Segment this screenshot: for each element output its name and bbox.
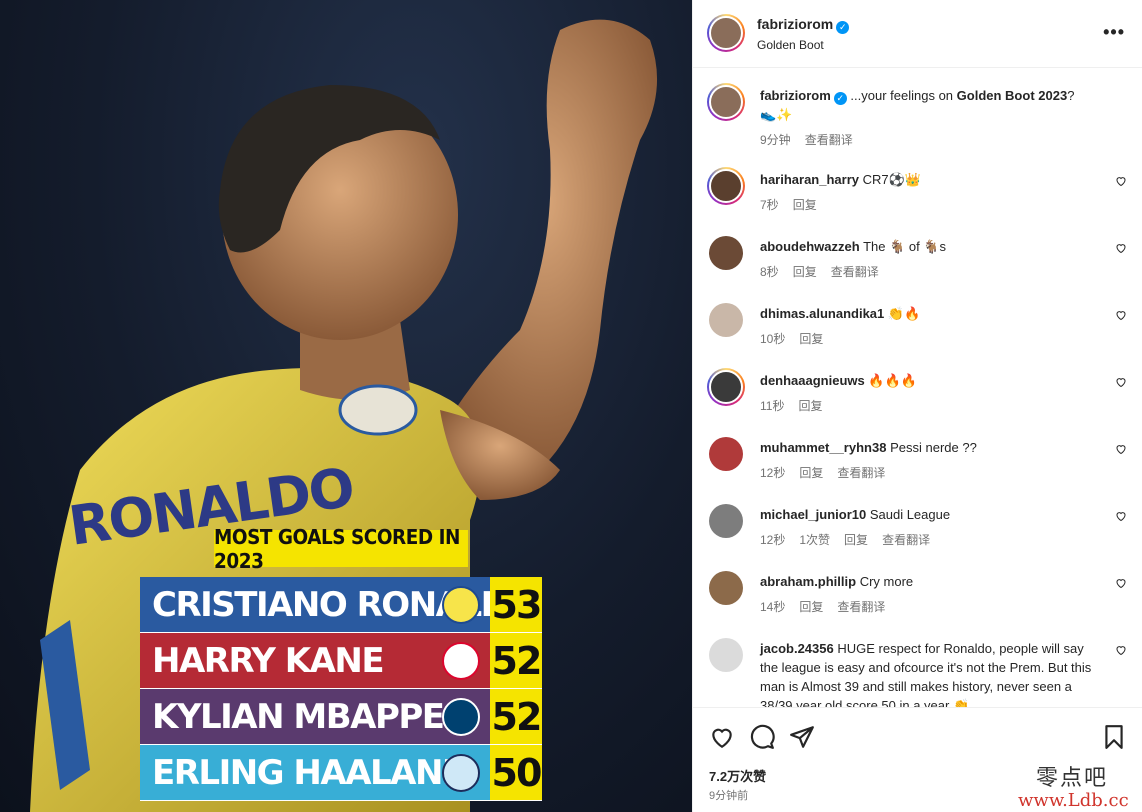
- psg-crest-icon: [442, 698, 480, 736]
- comment-time[interactable]: 11秒: [760, 399, 784, 413]
- reply-link[interactable]: 回复: [799, 466, 823, 480]
- commenter-avatar[interactable]: [707, 368, 745, 406]
- reply-link[interactable]: 回复: [793, 198, 817, 212]
- goals-row: KYLIAN MBAPPE 52: [140, 689, 542, 745]
- goal-count: 52: [490, 689, 542, 744]
- post-header: fabriziorom ✓ Golden Boot •••: [693, 0, 1142, 68]
- comment-list[interactable]: fabriziorom ✓ ...your feelings on Golden …: [693, 69, 1142, 707]
- man-city-crest-icon: [442, 754, 480, 792]
- default-avatar-icon[interactable]: [709, 638, 743, 672]
- commenter-avatar[interactable]: [707, 167, 745, 205]
- comment-time[interactable]: 7秒: [760, 198, 779, 212]
- author-avatar[interactable]: [707, 83, 745, 121]
- comment-text: CR7⚽👑: [862, 172, 922, 187]
- goals-title: MOST GOALS SCORED IN 2023: [214, 525, 468, 573]
- comment-time[interactable]: 14秒: [760, 600, 785, 614]
- bayern-crest-icon: [442, 642, 480, 680]
- commenter-avatar[interactable]: [709, 303, 743, 337]
- like-heart-icon[interactable]: [1115, 242, 1127, 254]
- audio-label[interactable]: Golden Boot: [757, 38, 824, 52]
- comment-username[interactable]: denhaaagnieuws: [760, 373, 865, 388]
- reply-link[interactable]: 回复: [793, 265, 817, 279]
- like-count[interactable]: 7.2万次赞: [709, 766, 766, 785]
- comment-text: The 🐐 of 🐐s: [863, 239, 947, 254]
- post-time[interactable]: 9分钟前: [709, 787, 748, 803]
- translate-link[interactable]: 查看翻译: [882, 533, 930, 547]
- comment-time[interactable]: 12秒: [760, 466, 785, 480]
- comment-username[interactable]: abraham.phillip: [760, 574, 856, 589]
- player-name: ERLING HAALAND: [152, 752, 470, 793]
- goals-row: CRISTIANO RONALDO 53: [140, 577, 542, 633]
- watermark-text: 零点吧: [1036, 766, 1109, 791]
- comment-username[interactable]: aboudehwazzeh: [760, 239, 860, 254]
- translate-link[interactable]: 查看翻译: [837, 600, 885, 614]
- more-options-icon[interactable]: •••: [1103, 22, 1125, 43]
- bookmark-icon[interactable]: [1101, 724, 1127, 750]
- goal-count: 53: [490, 577, 542, 632]
- commenter-avatar[interactable]: [709, 571, 743, 605]
- translate-link[interactable]: 查看翻译: [831, 265, 879, 279]
- comment-text: 🔥🔥🔥: [868, 373, 917, 388]
- author-avatar[interactable]: [707, 14, 745, 52]
- like-heart-icon[interactable]: [1115, 309, 1127, 321]
- comment-text: Saudi League: [869, 507, 951, 522]
- comments-panel: fabriziorom ✓ Golden Boot ••• fabriziorom…: [692, 0, 1142, 812]
- reply-link[interactable]: 回复: [798, 399, 822, 413]
- comment-username[interactable]: michael_junior10: [760, 507, 866, 522]
- comment-text: Pessi nerde ??: [890, 440, 977, 455]
- like-heart-icon[interactable]: [1115, 175, 1127, 187]
- verified-badge-icon: ✓: [836, 21, 850, 34]
- post-image[interactable]: RONALDO MOST GOALS SCORED IN 2023 CRISTI…: [0, 0, 692, 812]
- commenter-avatar[interactable]: [709, 437, 743, 471]
- player-name: CRISTIANO RONALDO: [152, 584, 490, 625]
- like-heart-icon[interactable]: [1115, 376, 1127, 388]
- like-heart-icon[interactable]: [1115, 510, 1127, 522]
- goal-count: 52: [490, 633, 542, 688]
- player-name: HARRY KANE: [152, 640, 385, 681]
- reply-link[interactable]: 回复: [844, 533, 868, 547]
- like-heart-icon[interactable]: [1115, 443, 1127, 455]
- translate-link[interactable]: 查看翻译: [837, 466, 885, 480]
- like-heart-icon[interactable]: [709, 724, 735, 750]
- author-username[interactable]: fabriziorom ✓: [757, 16, 850, 34]
- reply-link[interactable]: 回复: [799, 332, 823, 346]
- reply-link[interactable]: 回复: [799, 600, 823, 614]
- verified-badge-icon: ✓: [833, 92, 847, 105]
- comment-time[interactable]: 8秒: [760, 265, 779, 279]
- goals-row: HARRY KANE 52: [140, 633, 542, 689]
- al-nassr-crest-icon: [442, 586, 480, 624]
- like-heart-icon[interactable]: [1115, 644, 1127, 656]
- share-icon[interactable]: [789, 724, 815, 750]
- like-heart-icon[interactable]: [1115, 577, 1127, 589]
- comment-time[interactable]: 12秒: [760, 533, 785, 547]
- goal-count: 50: [490, 745, 542, 800]
- comment-username[interactable]: dhimas.alunandika1: [760, 306, 884, 321]
- comment-username[interactable]: jacob.24356: [760, 641, 834, 656]
- player-name: KYLIAN MBAPPE: [152, 696, 445, 737]
- watermark-url: www.Ldb.cc: [1018, 790, 1129, 811]
- comment-time[interactable]: 10秒: [760, 332, 785, 346]
- commenter-avatar[interactable]: [709, 236, 743, 270]
- caption-meta: 9分钟 查看翻译: [760, 131, 867, 148]
- comment-text: Cry more: [859, 574, 914, 589]
- commenter-avatar[interactable]: [709, 504, 743, 538]
- goals-table: CRISTIANO RONALDO 53 HARRY KANE 52 KYLIA…: [140, 577, 542, 801]
- comment-time[interactable]: 9分钟: [760, 133, 791, 147]
- comment-icon[interactable]: [749, 724, 775, 750]
- goals-row: ERLING HAALAND 50: [140, 745, 542, 801]
- comment-username[interactable]: muhammet__ryhn38: [760, 440, 886, 455]
- comment-text: 👏🔥: [887, 306, 921, 321]
- comment-likes[interactable]: 1次赞: [799, 533, 830, 547]
- comment-username[interactable]: hariharan_harry: [760, 172, 859, 187]
- caption-username[interactable]: fabriziorom: [760, 88, 831, 103]
- caption-text: fabriziorom ✓ ...your feelings on Golden …: [760, 88, 1075, 122]
- translate-link[interactable]: 查看翻译: [805, 133, 853, 147]
